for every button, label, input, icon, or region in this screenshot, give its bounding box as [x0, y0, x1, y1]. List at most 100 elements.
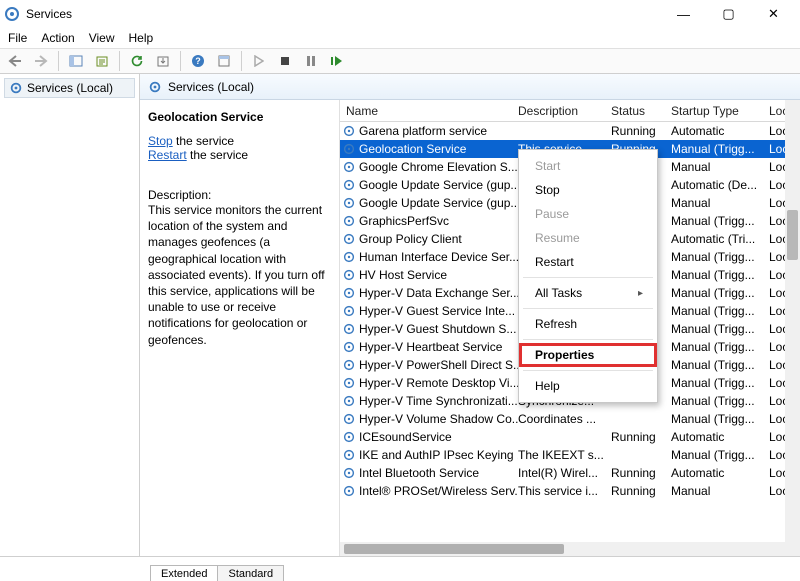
gear-icon: [342, 448, 356, 462]
minimize-button[interactable]: ―: [661, 0, 706, 28]
service-row[interactable]: Intel® PROSet/Wireless Serv...This servi…: [340, 482, 800, 500]
gear-icon: [342, 466, 356, 480]
service-description: Coordinates ...: [518, 412, 611, 426]
gear-icon: [342, 412, 356, 426]
restart-suffix: the service: [187, 148, 248, 162]
service-description: The IKEEXT s...: [518, 448, 611, 462]
ctx-pause[interactable]: Pause: [519, 202, 657, 226]
tab-standard[interactable]: Standard: [217, 565, 284, 581]
services-list: Name Description Status Startup Type Loc…: [340, 100, 800, 556]
maximize-button[interactable]: ▢: [706, 0, 751, 28]
ctx-properties[interactable]: Properties: [519, 343, 657, 367]
service-row[interactable]: IKE and AuthIP IPsec Keying ...The IKEEX…: [340, 446, 800, 464]
service-name: HV Host Service: [359, 268, 447, 282]
forward-button[interactable]: [30, 50, 52, 72]
service-startup-type: Manual (Trigg...: [671, 448, 769, 462]
service-description: Intel(R) Wirel...: [518, 466, 611, 480]
service-row[interactable]: ICEsoundServiceRunningAutomaticLoc: [340, 428, 800, 446]
back-button[interactable]: [4, 50, 26, 72]
service-name: Hyper-V Guest Service Inte...: [359, 304, 515, 318]
tree-node-services-local[interactable]: Services (Local): [4, 78, 135, 98]
service-name: Hyper-V Data Exchange Ser...: [359, 286, 518, 300]
selected-service-name: Geolocation Service: [148, 110, 331, 124]
context-menu: Start Stop Pause Resume Restart All Task…: [518, 149, 658, 403]
view-tabs: Extended Standard: [0, 557, 800, 581]
service-startup-type: Manual (Trigg...: [671, 340, 769, 354]
panel-title: Services (Local): [168, 80, 254, 94]
service-status: Running: [611, 466, 671, 480]
gear-icon: [342, 160, 356, 174]
export-list-button[interactable]: [152, 50, 174, 72]
service-name: Google Update Service (gup...: [359, 196, 518, 210]
service-details-pane: Geolocation Service Stop the service Res…: [140, 100, 340, 556]
service-startup-type: Automatic: [671, 430, 769, 444]
service-startup-type: Manual (Trigg...: [671, 268, 769, 282]
help-button[interactable]: ?: [187, 50, 209, 72]
menu-help[interactable]: Help: [129, 31, 154, 45]
col-name[interactable]: Name: [340, 104, 518, 118]
service-name: Intel Bluetooth Service: [359, 466, 479, 480]
menu-view[interactable]: View: [89, 31, 115, 45]
service-startup-type: Manual (Trigg...: [671, 358, 769, 372]
gear-icon: [9, 81, 23, 95]
ctx-refresh[interactable]: Refresh: [519, 312, 657, 336]
ctx-start[interactable]: Start: [519, 154, 657, 178]
service-row[interactable]: Hyper-V Volume Shadow Co...Coordinates .…: [340, 410, 800, 428]
horizontal-scrollbar[interactable]: [340, 542, 800, 556]
ctx-help[interactable]: Help: [519, 374, 657, 398]
gear-icon: [342, 394, 356, 408]
toolbar: ?: [0, 48, 800, 74]
restart-service-link[interactable]: Restart: [148, 148, 187, 162]
ctx-all-tasks[interactable]: All Tasks▸: [519, 281, 657, 305]
service-name: IKE and AuthIP IPsec Keying ...: [359, 448, 518, 462]
service-startup-type: Automatic (Tri...: [671, 232, 769, 246]
stop-service-link[interactable]: Stop: [148, 134, 173, 148]
vertical-scrollbar[interactable]: [785, 100, 800, 556]
show-hide-tree-button[interactable]: [65, 50, 87, 72]
pause-service-button[interactable]: [300, 50, 322, 72]
ctx-resume[interactable]: Resume: [519, 226, 657, 250]
service-status: Running: [611, 430, 671, 444]
gear-icon: [342, 340, 356, 354]
refresh-button[interactable]: [126, 50, 148, 72]
service-startup-type: Automatic: [671, 124, 769, 138]
properties-button[interactable]: [213, 50, 235, 72]
service-status: Running: [611, 124, 671, 138]
gear-icon: [342, 268, 356, 282]
list-rows: Garena platform serviceRunningAutomaticL…: [340, 122, 800, 542]
service-name: Hyper-V Remote Desktop Vi...: [359, 376, 518, 390]
service-startup-type: Manual (Trigg...: [671, 322, 769, 336]
service-name: Group Policy Client: [359, 232, 462, 246]
service-startup-type: Manual (Trigg...: [671, 286, 769, 300]
service-startup-type: Manual: [671, 484, 769, 498]
col-startup[interactable]: Startup Type: [671, 104, 769, 118]
gear-icon: [342, 304, 356, 318]
service-startup-type: Manual (Trigg...: [671, 412, 769, 426]
col-status[interactable]: Status: [611, 104, 671, 118]
menu-file[interactable]: File: [8, 31, 27, 45]
service-row[interactable]: Intel Bluetooth Service Intel(R) Wirel...…: [340, 464, 800, 482]
col-description[interactable]: Description: [518, 104, 611, 118]
start-service-button[interactable]: [248, 50, 270, 72]
tab-extended[interactable]: Extended: [150, 565, 218, 581]
service-name: ICEsoundService: [359, 430, 452, 444]
stop-service-button[interactable]: [274, 50, 296, 72]
service-name: Google Chrome Elevation S...: [359, 160, 518, 174]
gear-icon: [148, 80, 162, 94]
service-name: Hyper-V PowerShell Direct S...: [359, 358, 518, 372]
restart-service-button[interactable]: [326, 50, 348, 72]
service-name: Human Interface Device Ser...: [359, 250, 518, 264]
titlebar: Services ― ▢ ✕: [0, 0, 800, 28]
service-name: Intel® PROSet/Wireless Serv...: [359, 484, 518, 498]
tree-node-label: Services (Local): [27, 81, 113, 95]
submenu-arrow-icon: ▸: [638, 288, 643, 299]
menu-action[interactable]: Action: [41, 31, 74, 45]
ctx-restart[interactable]: Restart: [519, 250, 657, 274]
menubar: File Action View Help: [0, 28, 800, 48]
close-button[interactable]: ✕: [751, 0, 796, 28]
ctx-stop[interactable]: Stop: [519, 178, 657, 202]
gear-icon: [342, 214, 356, 228]
service-name: Hyper-V Time Synchronizati...: [359, 394, 518, 408]
service-row[interactable]: Garena platform serviceRunningAutomaticL…: [340, 122, 800, 140]
export-button[interactable]: [91, 50, 113, 72]
